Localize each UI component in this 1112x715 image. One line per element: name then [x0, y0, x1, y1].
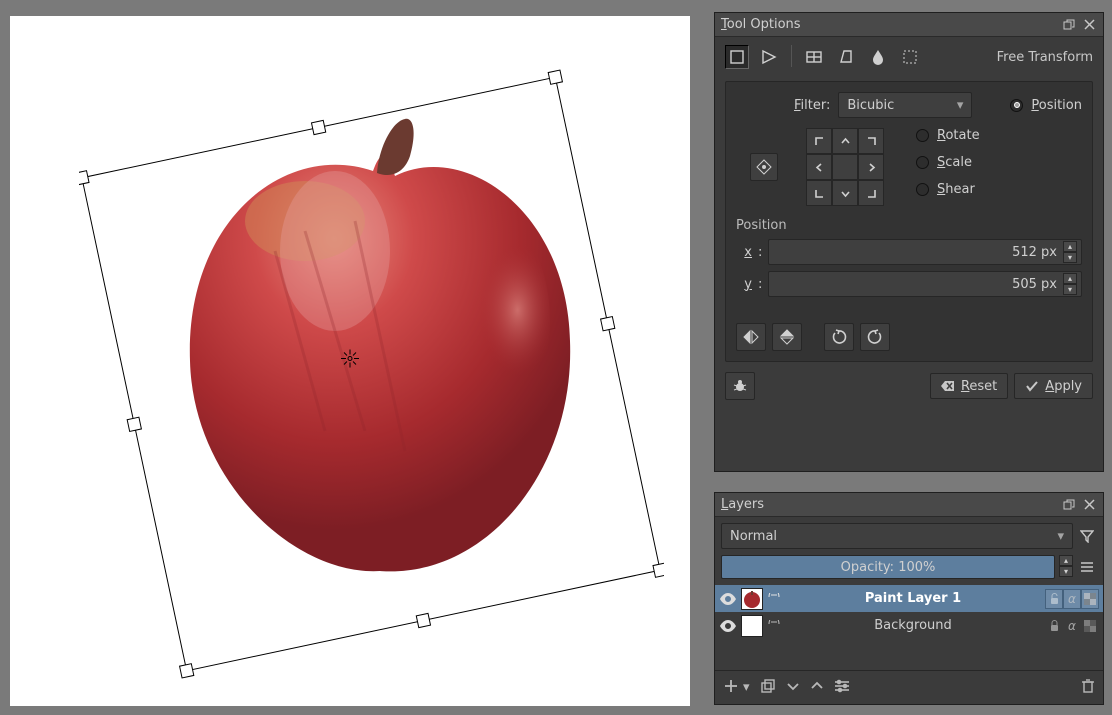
liquify-type-icon[interactable] [866, 45, 890, 69]
reset-button[interactable]: Reset [930, 373, 1008, 399]
layers-footer: ▾ [715, 670, 1103, 704]
layer-thumbnail [741, 588, 763, 610]
mode-scale-radio[interactable]: Scale [916, 155, 980, 170]
x-step-down[interactable]: ▾ [1063, 252, 1077, 263]
detach-icon[interactable] [1061, 497, 1077, 513]
rotate-ccw-button[interactable] [824, 323, 854, 351]
filter-label: Filter: [794, 98, 830, 113]
layer-properties-button[interactable] [834, 679, 850, 697]
backspace-icon [941, 380, 955, 392]
y-step-up[interactable]: ▴ [1063, 273, 1077, 284]
canvas[interactable] [10, 16, 690, 706]
layer-name[interactable]: Background [783, 618, 1043, 633]
y-label: y [736, 277, 752, 292]
mode-shear-radio[interactable]: Shear [916, 182, 980, 197]
filter-layers-icon[interactable] [1077, 523, 1097, 549]
anchor-top-left[interactable] [806, 128, 832, 154]
filter-value: Bicubic [847, 98, 894, 113]
layer-name[interactable]: Paint Layer 1 [783, 591, 1043, 606]
x-value: 512 px [1012, 245, 1063, 260]
move-layer-down-button[interactable] [786, 679, 800, 697]
add-layer-button[interactable] [723, 678, 739, 698]
opacity-step-up[interactable]: ▴ [1059, 555, 1073, 566]
blend-mode-dropdown[interactable]: Normal ▾ [721, 523, 1073, 549]
free-transform-type-icon[interactable] [725, 45, 749, 69]
layer-row-paint-layer-1[interactable]: Paint Layer 1 α [715, 585, 1103, 612]
alpha-icon[interactable]: α [1063, 589, 1081, 609]
anchor-center[interactable] [832, 154, 858, 180]
opacity-slider[interactable]: Opacity: 100% [721, 555, 1055, 579]
visibility-icon[interactable] [719, 620, 737, 632]
close-icon[interactable] [1081, 497, 1097, 513]
close-icon[interactable] [1081, 17, 1097, 33]
arrow-down-icon[interactable] [832, 180, 858, 206]
layer-group-icon[interactable] [767, 620, 781, 632]
move-layer-up-button[interactable] [810, 679, 824, 697]
flip-horizontal-button[interactable] [736, 323, 766, 351]
perspective-type-icon[interactable] [834, 45, 858, 69]
inherit-alpha-icon[interactable] [1081, 616, 1099, 636]
chevron-down-icon: ▾ [1057, 529, 1064, 544]
lock-icon[interactable] [1045, 616, 1063, 636]
transform-mode-label: Free Transform [997, 50, 1093, 65]
anchor-top-right[interactable] [858, 128, 884, 154]
warp-type-icon[interactable] [757, 45, 781, 69]
divider [791, 45, 792, 67]
mode-position-radio[interactable]: Position [1010, 98, 1082, 113]
arrow-left-icon[interactable] [806, 154, 832, 180]
duplicate-layer-button[interactable] [760, 678, 776, 698]
layers-titlebar: Layers [715, 493, 1103, 517]
detach-icon[interactable] [1061, 17, 1077, 33]
layers-title: Layers [721, 497, 764, 512]
alpha-icon[interactable]: α [1063, 616, 1081, 636]
delete-layer-button[interactable] [1081, 678, 1095, 698]
apply-button[interactable]: Apply [1014, 373, 1093, 399]
x-step-up[interactable]: ▴ [1063, 241, 1077, 252]
layer-list: Paint Layer 1 α Background α [715, 585, 1103, 639]
lock-icon[interactable] [1045, 589, 1063, 609]
cage-type-icon[interactable] [802, 45, 826, 69]
arrow-up-icon[interactable] [832, 128, 858, 154]
layer-thumbnail [741, 615, 763, 637]
flip-vertical-button[interactable] [772, 323, 802, 351]
canvas-content-apple [155, 101, 590, 578]
transform-type-icons [725, 45, 922, 69]
chevron-down-icon: ▾ [957, 98, 964, 113]
transform-origin-button[interactable] [750, 153, 778, 181]
visibility-icon[interactable] [719, 593, 737, 605]
direction-pad [806, 128, 884, 206]
opacity-step-down[interactable]: ▾ [1059, 566, 1073, 577]
bug-button[interactable] [725, 372, 755, 400]
x-position-input[interactable]: 512 px ▴▾ [768, 239, 1082, 265]
mesh-type-icon[interactable] [898, 45, 922, 69]
rotate-cw-button[interactable] [860, 323, 890, 351]
tool-options-panel: Tool Options Free Transform Filter: [714, 12, 1104, 472]
y-position-input[interactable]: 505 px ▴▾ [768, 271, 1082, 297]
check-icon [1025, 380, 1039, 392]
filter-dropdown[interactable]: Bicubic ▾ [838, 92, 972, 118]
layer-row-background[interactable]: Background α [715, 612, 1103, 639]
y-step-down[interactable]: ▾ [1063, 284, 1077, 295]
layer-group-icon[interactable] [767, 593, 781, 605]
layers-panel: Layers Normal ▾ Opacity: 100% ▴▾ Paint L… [714, 492, 1104, 705]
inherit-alpha-icon[interactable] [1081, 589, 1099, 609]
add-layer-menu-icon[interactable]: ▾ [743, 680, 750, 695]
anchor-bottom-left[interactable] [806, 180, 832, 206]
tool-options-title: Tool Options [721, 17, 801, 32]
y-value: 505 px [1012, 277, 1063, 292]
x-label: x [736, 245, 752, 260]
tool-options-titlebar: Tool Options [715, 13, 1103, 37]
position-section-label: Position [736, 218, 1082, 233]
mode-rotate-radio[interactable]: Rotate [916, 128, 980, 143]
layer-options-icon[interactable] [1077, 555, 1097, 579]
arrow-right-icon[interactable] [858, 154, 884, 180]
transform-anchor-icon[interactable] [338, 347, 362, 376]
anchor-bottom-right[interactable] [858, 180, 884, 206]
